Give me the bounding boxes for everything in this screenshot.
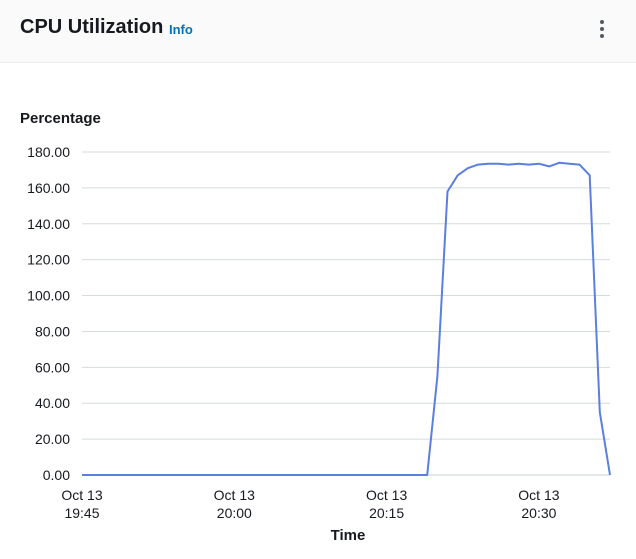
y-tick-label: 80.00 — [35, 323, 70, 339]
y-tick-label: 140.00 — [27, 216, 70, 232]
x-tick-time: 20:00 — [217, 505, 252, 521]
cpu-utilization-widget: CPU Utilization Info Percentage 0.00 20.0… — [0, 0, 636, 559]
y-tick-label: 160.00 — [27, 180, 70, 196]
grid-lines — [82, 151, 610, 476]
x-tick-time: 20:30 — [521, 505, 556, 521]
y-tick-label: 100.00 — [27, 288, 70, 304]
x-tick-date: Oct 13 — [518, 487, 559, 503]
y-tick-label: 60.00 — [35, 359, 70, 375]
y-tick-labels: 0.00 20.00 40.00 60.00 80.00 100.00 120.00 140.… — [27, 144, 70, 483]
x-tick-date: Oct 13 — [366, 487, 407, 503]
y-tick-label: 40.00 — [35, 395, 70, 411]
series-group — [82, 161, 611, 476]
x-tick-labels: Oct 13 19:45 Oct 13 20:00 Oct 13 20:15 Oct 13 2… — [61, 487, 559, 521]
x-tick-time: 19:45 — [64, 505, 99, 521]
y-tick-label: 120.00 — [27, 252, 70, 268]
x-tick-time: 20:15 — [369, 505, 404, 521]
cpu-series-line — [82, 161, 611, 476]
y-tick-label: 0.00 — [43, 467, 70, 483]
cpu-line-chart: 0.00 20.00 40.00 60.00 80.00 100.00 120.00 140.… — [27, 144, 611, 544]
y-tick-label: 180.00 — [27, 144, 70, 160]
x-axis-title: Time — [331, 527, 366, 544]
x-tick-date: Oct 13 — [61, 487, 102, 503]
x-tick-date: Oct 13 — [214, 487, 255, 503]
y-tick-label: 20.00 — [35, 431, 70, 447]
